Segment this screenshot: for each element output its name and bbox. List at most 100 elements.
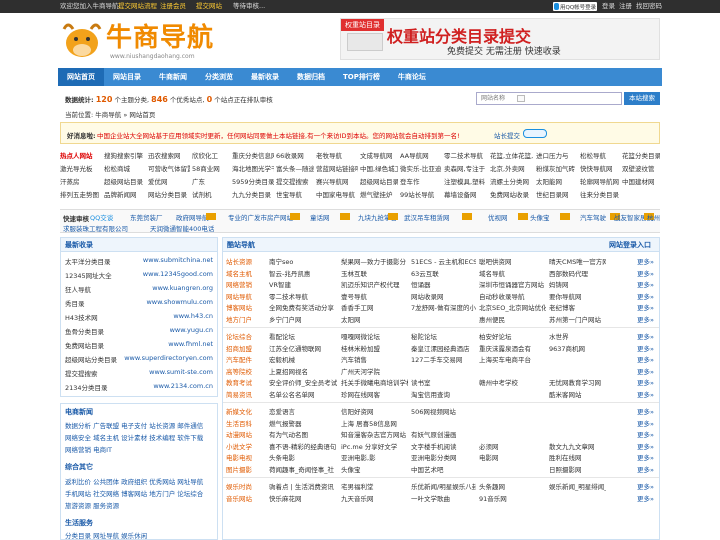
cool-category-label[interactable]: 域名主机 — [226, 268, 266, 278]
cool-site-link[interactable]: 桂林米粉加盟 — [341, 343, 408, 353]
cool-site-link[interactable]: 必须网 — [479, 441, 546, 451]
cool-site-link[interactable]: 托关手微曦电商培训学校 — [341, 377, 408, 387]
more-link[interactable]: 更多» — [637, 493, 654, 503]
latest-site-url[interactable]: www.submitchina.net — [143, 256, 213, 264]
cool-site-link[interactable]: 名单公名名单网 — [269, 389, 338, 399]
cool-site-link[interactable]: 聪吧供资网 — [479, 256, 546, 266]
hot-site-link[interactable]: 网站分类目录 — [148, 189, 190, 199]
hot-site-link[interactable]: 重庆分类信息网 — [232, 150, 274, 160]
hot-site-link[interactable]: 太阳能网 — [536, 176, 578, 186]
hot-site-link[interactable]: 中国,绿色城工网 — [360, 163, 398, 173]
hot-site-link[interactable]: 海北地图光学干燥 — [232, 163, 274, 173]
latest-site-url[interactable]: www.sumit-ste.com — [149, 368, 213, 376]
more-link[interactable]: 更多» — [637, 291, 654, 301]
cool-category-label[interactable]: 电影电视 — [226, 452, 266, 462]
hot-site-link[interactable]: 赛兴导航网 — [316, 176, 358, 186]
search-select-arrow-icon[interactable] — [517, 95, 525, 102]
cool-site-link[interactable]: 南宁seo — [269, 256, 338, 266]
cool-site-link[interactable]: 燃气报警器 — [269, 418, 338, 428]
cool-site-link[interactable]: 珍网在线网客 — [341, 389, 408, 399]
cool-site-link[interactable]: 晴天CMS唯一官方网站 — [549, 256, 606, 266]
cool-site-link[interactable]: 乐优新闻/明星娱乐八卦 — [411, 481, 476, 491]
cool-site-link[interactable]: 广州天河学院 — [341, 366, 408, 376]
cool-site-link[interactable]: 胜利在线网 — [549, 452, 606, 462]
quick-review-item[interactable]: 杭州 — [647, 212, 660, 222]
cool-category-label[interactable]: 动漫网站 — [226, 429, 266, 439]
qq-chat-icon[interactable] — [523, 129, 547, 138]
cool-site-link[interactable]: 快乐麻花网 — [269, 493, 338, 503]
nav-home[interactable]: 网站首页 — [58, 68, 104, 86]
nav-forum[interactable]: 牛商论坛 — [389, 68, 435, 86]
hot-site-link[interactable]: 排列五走势图 — [60, 189, 102, 199]
latest-site-url[interactable]: www.fhml.net — [168, 340, 213, 348]
cool-site-link[interactable]: 恋爱语言 — [269, 406, 338, 416]
hot-site-link[interactable]: 进口压力与 — [536, 150, 578, 160]
cool-site-link[interactable]: 江苏全亿通物联网 — [269, 343, 338, 353]
hot-site-link[interactable]: 北京,外卖网 — [490, 163, 534, 173]
news-line-2[interactable]: 网络安全 域名主机 设计素材 技术编程 软件下载 — [65, 432, 215, 442]
cool-category-label[interactable]: 地方门户 — [226, 314, 266, 324]
quick-review-item[interactable]: 汽车驾驶 — [580, 212, 606, 222]
misc-line-3[interactable]: 旅游资源 服务资源 — [65, 500, 215, 510]
hot-site-link[interactable]: 欣欣化工 — [192, 150, 230, 160]
misc-line-1[interactable]: 返利比价 公共团体 政府组织 优秀网站 网址导航 — [65, 476, 215, 486]
search-button[interactable]: 本站搜索 — [624, 92, 660, 105]
cool-site-link[interactable]: 玉林互联 — [341, 268, 408, 278]
cool-site-link[interactable]: 127二手车交易网 — [411, 354, 476, 364]
more-link[interactable]: 更多» — [637, 343, 654, 353]
hot-site-link[interactable]: 快快导航网 — [580, 163, 620, 173]
more-link[interactable]: 更多» — [637, 377, 654, 387]
quick-review-item[interactable]: 政府网导航 — [176, 212, 209, 222]
more-link[interactable]: 更多» — [637, 268, 654, 278]
hot-site-link[interactable]: 燃气壁挂炉 — [360, 189, 398, 199]
cool-site-link[interactable]: 娱乐新闻_明星绯闻_影 — [549, 481, 606, 491]
cool-site-link[interactable]: 零二技术导航 — [269, 291, 338, 301]
latest-site-url[interactable]: www.12345good.com — [143, 270, 213, 278]
hot-site-link[interactable]: 流螺土分类网 — [490, 176, 534, 186]
quick-review-item[interactable]: 优视网 — [488, 212, 508, 222]
cool-site-link[interactable]: 汽车销售 — [341, 354, 408, 364]
quick-review-item[interactable]: 东莞贸装厂 — [130, 212, 163, 222]
cool-site-link[interactable]: 散文九九文章网 — [549, 441, 606, 451]
nav-news[interactable]: 牛商新闻 — [150, 68, 196, 86]
cool-site-link[interactable]: 壹号导航 — [341, 291, 408, 301]
quick-review-item[interactable]: 求服装珠工程有限公司 — [63, 223, 128, 233]
hot-site-link[interactable]: 5959分类目录 — [232, 176, 274, 186]
cool-category-label[interactable]: 简易资讯 — [226, 389, 266, 399]
cool-site-link[interactable]: 荷闻趣事_奇闻怪事_社 — [269, 464, 338, 474]
cool-site-link[interactable]: 九天音乐网 — [341, 493, 408, 503]
cool-site-link[interactable]: 凯迈乐知识产权代理 — [341, 279, 408, 289]
nav-top[interactable]: TOP排行榜 — [334, 68, 389, 86]
cool-site-link[interactable]: 日照摄影网 — [549, 464, 606, 474]
cool-site-link[interactable]: 深圳市恒诵器官方网站 — [479, 279, 546, 289]
hot-site-link[interactable]: 免费网站收录 — [490, 189, 534, 199]
news-line-1[interactable]: 数据分析 广告联盟 电子支付 站长资源 邮件通信 — [65, 420, 215, 430]
more-link[interactable]: 更多» — [637, 429, 654, 439]
cool-site-link[interactable]: 63云互联 — [411, 268, 476, 278]
login-link[interactable]: 登录 — [602, 0, 615, 13]
cool-site-link[interactable]: 头条电影 — [269, 452, 338, 462]
latest-site-url[interactable]: www.showmulu.com — [146, 298, 213, 306]
cool-site-link[interactable]: 喜不语-精彩的经典语句 — [269, 441, 338, 451]
cool-site-link[interactable]: 上夏招网视名 — [269, 366, 338, 376]
hot-site-link[interactable]: 超级网站目录 — [360, 176, 398, 186]
misc-line-2[interactable]: 手机网站 社交网络 博客网站 地方门户 论坛综合 — [65, 488, 215, 498]
search-input[interactable] — [476, 92, 622, 105]
cool-category-label[interactable]: 生活百科 — [226, 418, 266, 428]
hot-site-link[interactable]: 超级网站目录 — [104, 176, 146, 186]
more-link[interactable]: 更多» — [637, 406, 654, 416]
hot-site-link[interactable]: 汗蒸房 — [60, 176, 102, 186]
cool-site-link[interactable]: 驹着点 | 生活消费资讯 — [269, 481, 338, 491]
hot-site-link[interactable]: 文成导航网 — [360, 150, 398, 160]
hot-site-link[interactable]: 爱优网 — [148, 176, 190, 186]
cool-site-link[interactable]: 文字楼手机阅读 — [411, 441, 476, 451]
cool-site-link[interactable]: 重庆沫露泉酒会有 — [479, 343, 546, 353]
hot-site-link[interactable]: 幕墙设备网 — [444, 189, 488, 199]
hot-site-link[interactable]: 世纪目录网 — [536, 189, 578, 199]
life-line-1[interactable]: 分类目录 网址导航 娱乐休闲 — [65, 530, 215, 540]
hot-site-link[interactable]: 松松商城 — [104, 163, 146, 173]
cool-site-link[interactable]: 宅男福利堂 — [341, 481, 408, 491]
register-link[interactable]: 注册 — [619, 0, 632, 13]
cool-site-link[interactable]: 全网免费有奖活动分享 — [269, 302, 338, 312]
more-link[interactable]: 更多» — [637, 314, 654, 324]
